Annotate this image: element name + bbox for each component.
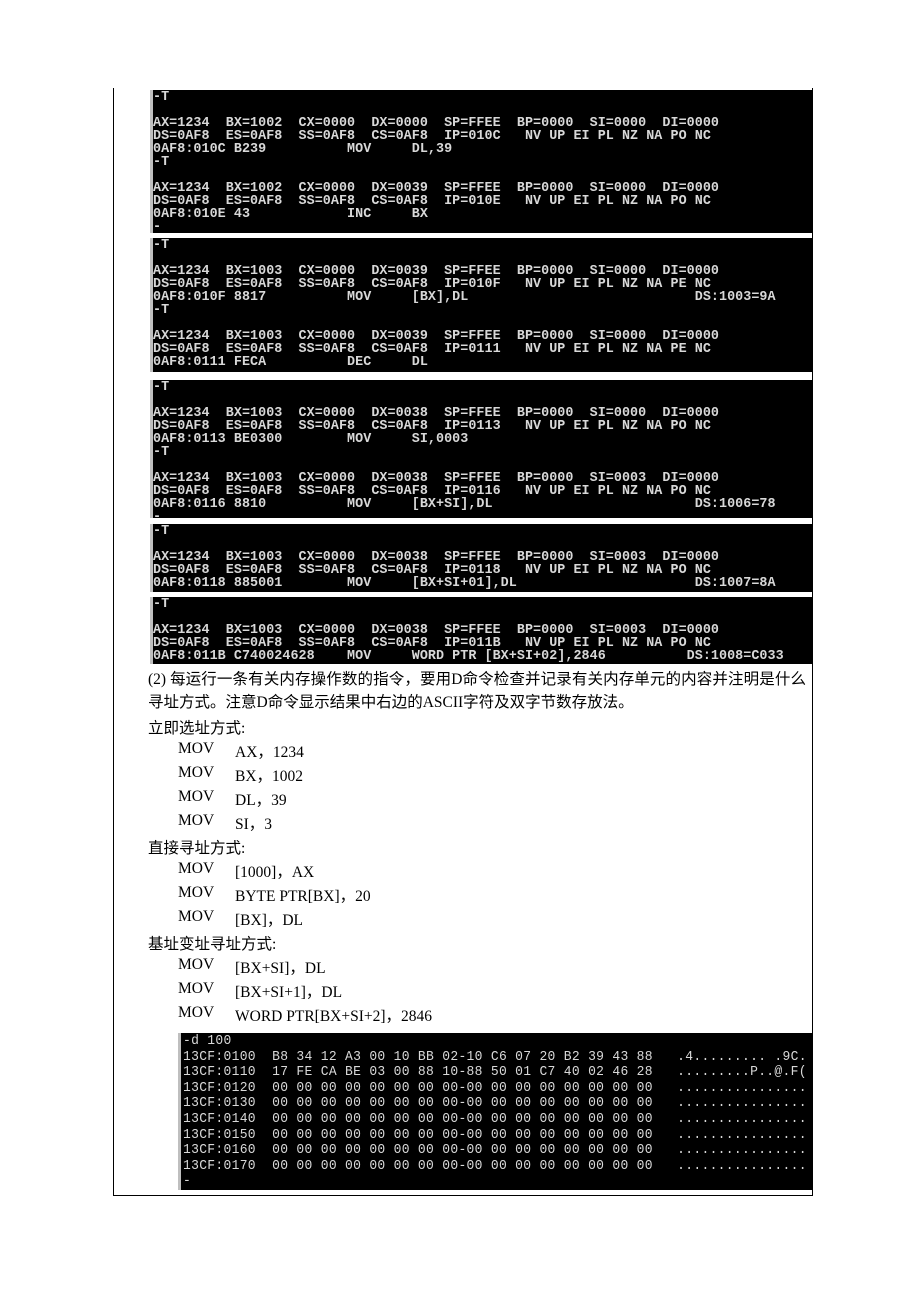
dump-line: 13CF:0160 00 00 00 00 00 00 00 00-00 00 …: [183, 1141, 807, 1158]
console-line: -: [153, 509, 162, 518]
operands: WORD PTR[BX+SI+2]，2846: [235, 1008, 433, 1025]
addressing-mode-label: 直接寻址方式:: [148, 840, 246, 857]
instruction-item: MOV [BX+SI]，DL: [178, 956, 326, 977]
dump-line: 13CF:0110 17 FE CA BE 03 00 88 10-88 50 …: [183, 1063, 807, 1080]
addressing-mode-label: 立即选址方式:: [148, 720, 246, 737]
console-line: 0AF8:010F 8817 MOV [BX],DL DS:1003=9A: [153, 289, 776, 306]
console-line: 0AF8:011B C740024628 MOV WORD PTR [BX+SI…: [153, 648, 784, 664]
dump-line: 13CF:0170 00 00 00 00 00 00 00 00-00 00 …: [183, 1157, 807, 1174]
instruction-item: MOV SI，3: [178, 812, 272, 833]
instruction-item: MOV [1000]，AX: [178, 860, 314, 881]
instruction-paragraph: (2) 每运行一条有关内存操作数的指令，要用D命令检查并记录有关内存单元的内容并…: [148, 671, 806, 711]
operands: BX，1002: [235, 768, 304, 785]
operands: [BX+SI+1]，DL: [235, 984, 343, 1001]
operands: [1000]，AX: [235, 864, 315, 881]
debug-console-screenshot-4: -T AX=1234 BX=1003 CX=0000 DX=0038 SP=FFE…: [150, 524, 812, 592]
console-line: 0AF8:0118 885001 MOV [BX+SI+01],DL DS:10…: [153, 575, 776, 592]
dump-line: 13CF:0150 00 00 00 00 00 00 00 00-00 00 …: [183, 1126, 807, 1142]
console-line: 0AF8:010C B239 MOV DL,39: [153, 141, 453, 158]
dump-line: 13CF:0120 00 00 00 00 00 00 00 00-00 00 …: [183, 1079, 807, 1096]
mnemonic: MOV: [178, 740, 215, 757]
console-line: 0AF8:0111 FECA DEC DL: [153, 354, 428, 371]
debug-console-screenshot-1: -T AX=1234 BX=1002 CX=0000 DX=0000 SP=FFE…: [150, 90, 812, 233]
dump-line: 13CF:0130 00 00 00 00 00 00 00 00-00 00 …: [183, 1094, 807, 1111]
operands: [BX+SI]，DL: [235, 960, 326, 977]
debug-console-screenshot-2: -T AX=1234 BX=1003 CX=0000 DX=0039 SP=FFE…: [150, 238, 812, 372]
debug-console-screenshot-5: -T AX=1234 BX=1003 CX=0000 DX=0038 SP=FFE…: [150, 597, 812, 664]
mnemonic: MOV: [178, 1004, 215, 1021]
console-line: -T: [153, 90, 170, 106]
console-line: -T: [153, 154, 170, 171]
console-line: -T: [153, 444, 170, 461]
console-line: 0AF8:0113 BE0300 MOV SI,0003: [153, 431, 469, 448]
memory-dump-screenshot: -d 100 13CF:0100 B8 34 12 A3 00 10 BB 02-…: [178, 1033, 812, 1190]
dump-line: -: [183, 1172, 192, 1189]
mnemonic: MOV: [178, 812, 215, 829]
debug-console-screenshot-3: -T AX=1234 BX=1003 CX=0000 DX=0038 SP=FFE…: [150, 380, 812, 518]
console-line: -T: [153, 302, 170, 319]
instruction-item: MOV BX，1002: [178, 764, 303, 785]
mnemonic: MOV: [178, 980, 215, 997]
console-line: 0AF8:010E 43 INC BX: [153, 206, 428, 223]
operands: SI，3: [235, 816, 273, 833]
operands: DL，39: [235, 792, 287, 809]
mnemonic: MOV: [178, 860, 215, 877]
dump-line: 13CF:0140 00 00 00 00 00 00 00 00-00 00 …: [183, 1110, 807, 1127]
instruction-item: MOV [BX]，DL: [178, 908, 303, 929]
instruction-item: MOV AX，1234: [178, 740, 304, 761]
operands: [BX]，DL: [235, 912, 304, 929]
mnemonic: MOV: [178, 764, 215, 781]
dump-line: 13CF:0100 B8 34 12 A3 00 10 BB 02-10 C6 …: [183, 1048, 807, 1064]
console-line: -T: [153, 380, 170, 396]
console-line: -T: [153, 597, 170, 613]
instruction-item: MOV DL，39: [178, 788, 287, 809]
operands: AX，1234: [235, 744, 304, 761]
operands: BYTE PTR[BX]，20: [235, 888, 371, 905]
mnemonic: MOV: [178, 884, 215, 901]
console-line: -: [153, 219, 162, 233]
mnemonic: MOV: [178, 788, 215, 805]
console-line: -T: [153, 238, 170, 254]
instruction-item: MOV [BX+SI+1]，DL: [178, 980, 342, 1001]
mnemonic: MOV: [178, 956, 215, 973]
instruction-item: MOV WORD PTR[BX+SI+2]，2846: [178, 1004, 432, 1025]
console-line: 0AF8:0116 8810 MOV [BX+SI],DL DS:1006=78: [153, 496, 776, 513]
instruction-item: MOV BYTE PTR[BX]，20: [178, 884, 371, 905]
addressing-mode-label: 基址变址寻址方式:: [148, 936, 277, 953]
console-line: -T: [153, 524, 170, 540]
dump-line: -d 100: [183, 1033, 232, 1049]
mnemonic: MOV: [178, 908, 215, 925]
